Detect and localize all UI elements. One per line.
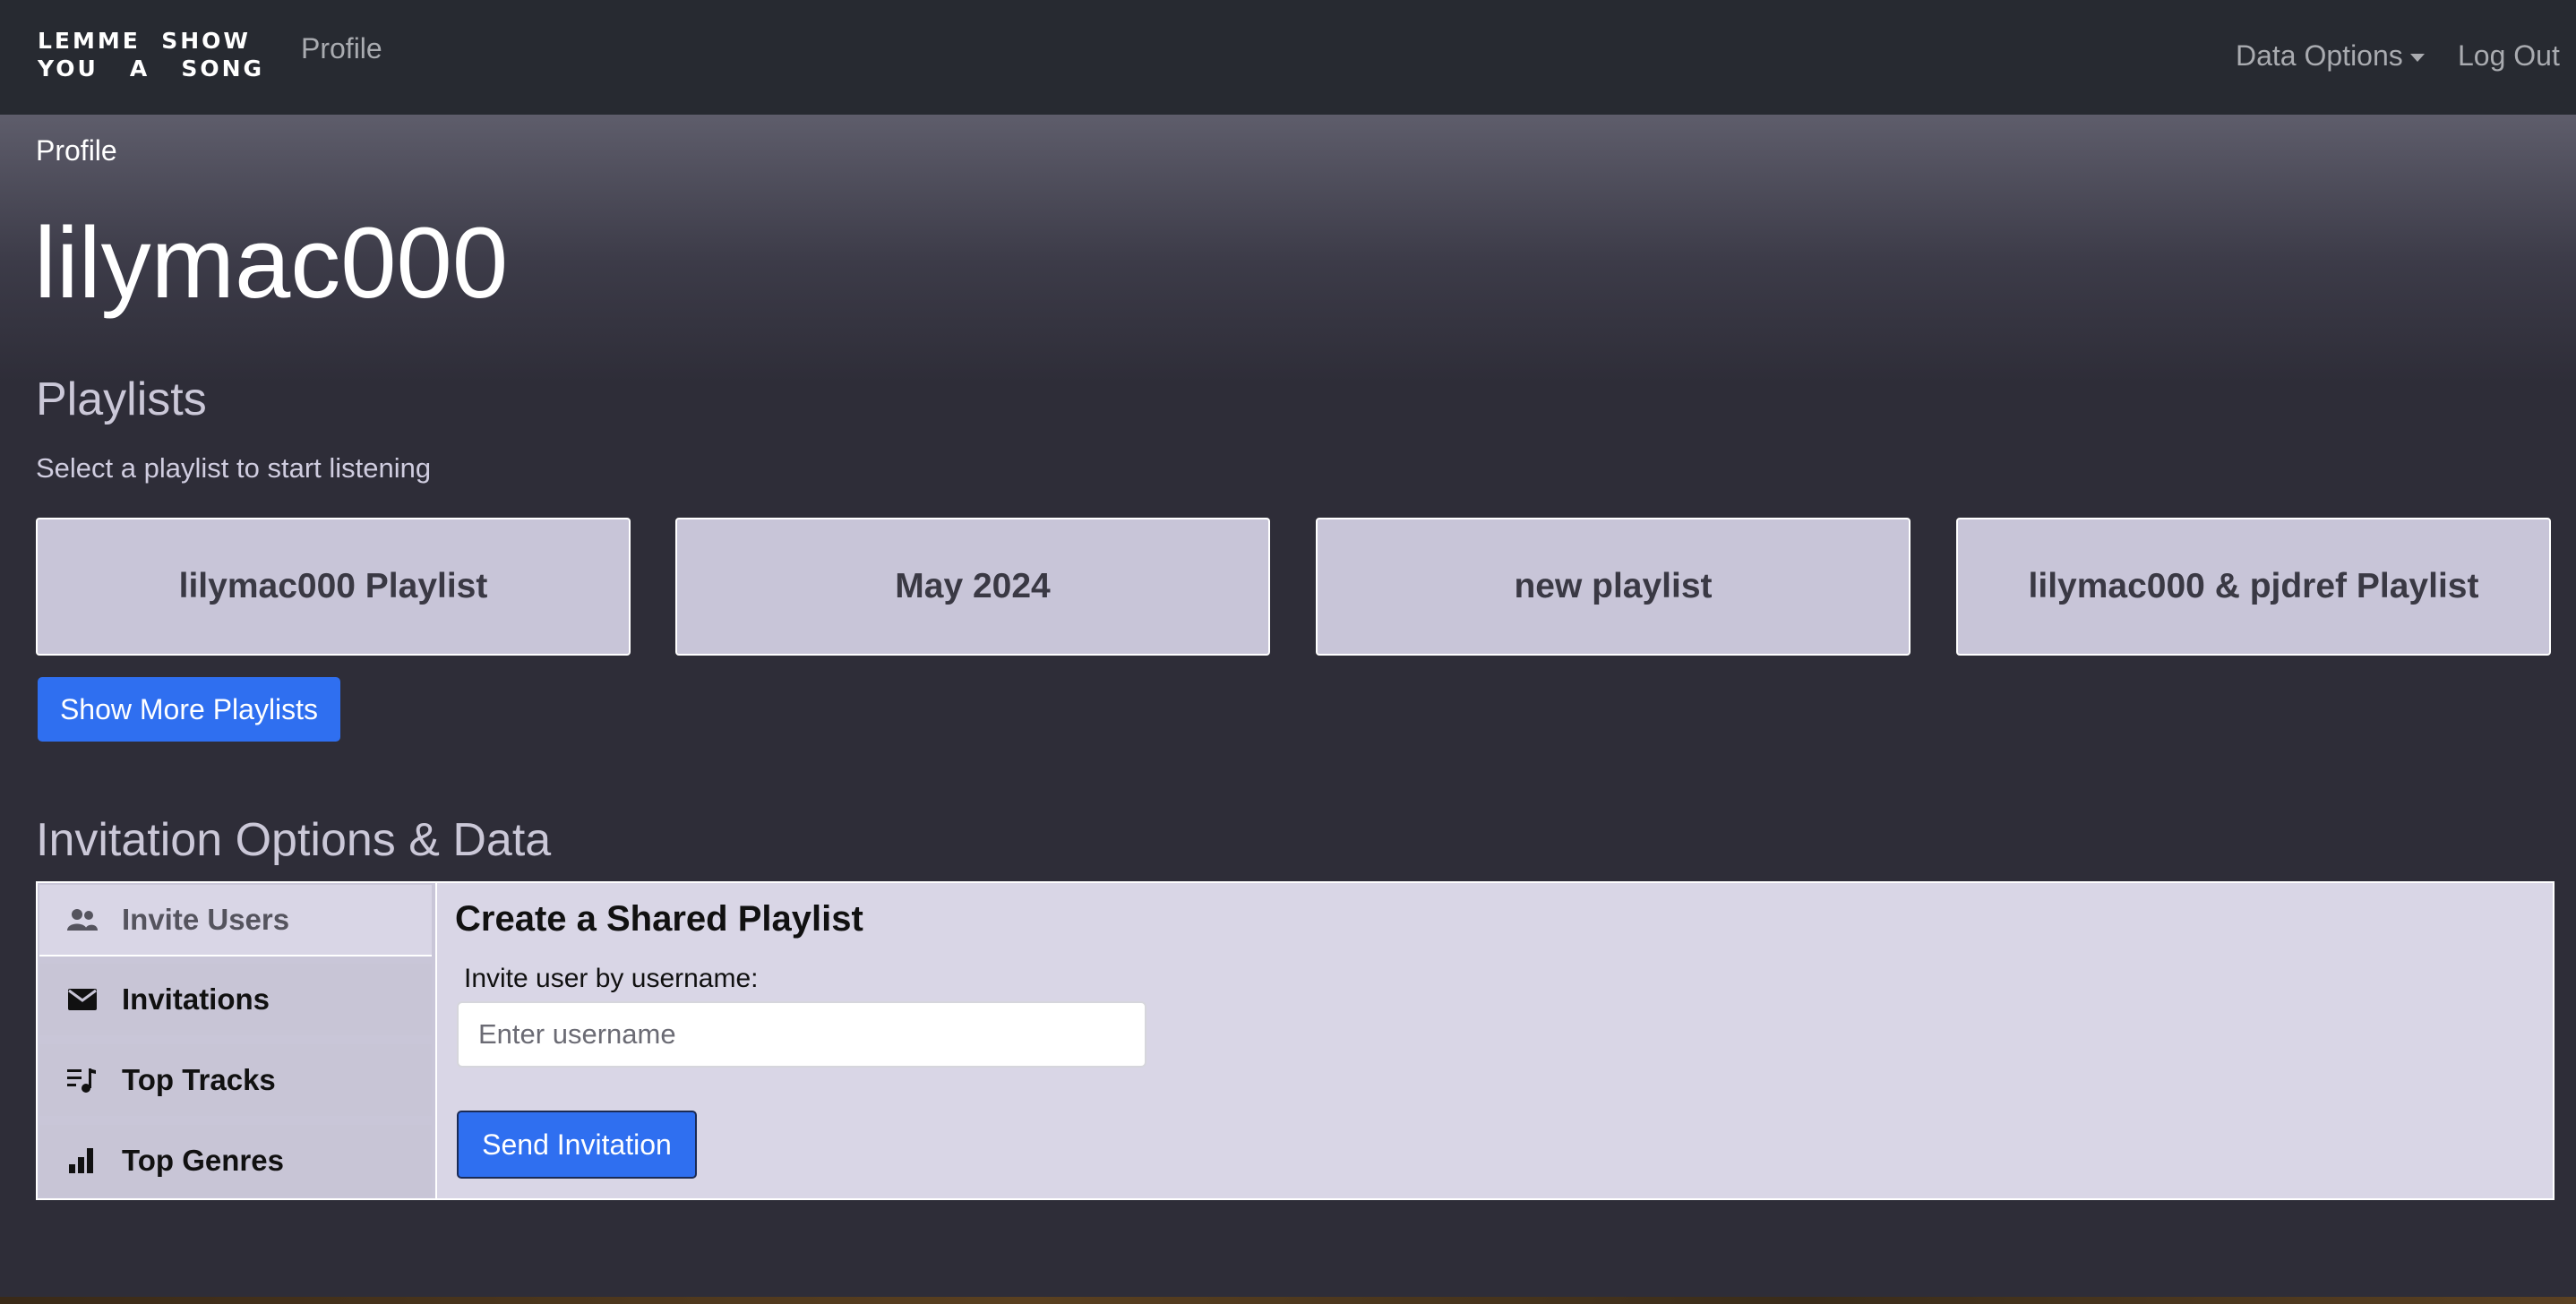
- navbar: LEMME SHOW YOU A SONG Profile Data Optio…: [0, 0, 2576, 115]
- logout-link[interactable]: Log Out: [2458, 39, 2560, 73]
- playlists-heading: Playlists: [36, 373, 207, 425]
- playlist-card[interactable]: lilymac000 Playlist: [36, 518, 631, 656]
- breadcrumb: Profile: [36, 134, 117, 167]
- username-label: Invite user by username:: [464, 964, 759, 993]
- show-more-playlists-button[interactable]: Show More Playlists: [38, 677, 340, 742]
- caret-down-icon: [2409, 54, 2425, 63]
- send-invitation-button[interactable]: Send Invitation: [457, 1111, 697, 1179]
- tab-label: Top Genres: [122, 1144, 284, 1177]
- page-title: lilymac000: [34, 207, 509, 319]
- data-options-dropdown[interactable]: Data Options: [2236, 39, 2425, 73]
- logo-line-1: LEMME SHOW: [38, 28, 252, 54]
- playlists-subtitle: Select a playlist to start listening: [36, 452, 432, 484]
- invitation-heading: Invitation Options & Data: [36, 814, 552, 866]
- tab-label: Invite Users: [122, 903, 290, 936]
- users-icon: [66, 904, 99, 936]
- tab-top-tracks[interactable]: Top Tracks: [39, 1044, 432, 1116]
- username-input[interactable]: [457, 1001, 1146, 1068]
- form-title: Create a Shared Playlist: [455, 899, 863, 939]
- tab-invitations[interactable]: Invitations: [39, 964, 432, 1035]
- playlist-card[interactable]: lilymac000 & pjdref Playlist: [1956, 518, 2551, 656]
- envelope-icon: [66, 983, 99, 1016]
- logo-line-2: YOU A SONG: [38, 56, 265, 82]
- tab-label: Top Tracks: [122, 1063, 276, 1096]
- playlist-card[interactable]: May 2024: [675, 518, 1270, 656]
- tab-label: Invitations: [122, 982, 270, 1016]
- tab-invite-users[interactable]: Invite Users: [39, 885, 432, 957]
- tab-top-genres[interactable]: Top Genres: [39, 1125, 432, 1197]
- brand-logo[interactable]: LEMME SHOW YOU A SONG: [38, 27, 264, 82]
- playlist-card[interactable]: new playlist: [1316, 518, 1911, 656]
- data-options-label: Data Options: [2236, 39, 2403, 72]
- nav-profile-link[interactable]: Profile: [301, 32, 382, 65]
- window-bottom-edge: [0, 1297, 2576, 1304]
- bar-chart-icon: [66, 1145, 99, 1177]
- music-list-icon: [66, 1064, 99, 1096]
